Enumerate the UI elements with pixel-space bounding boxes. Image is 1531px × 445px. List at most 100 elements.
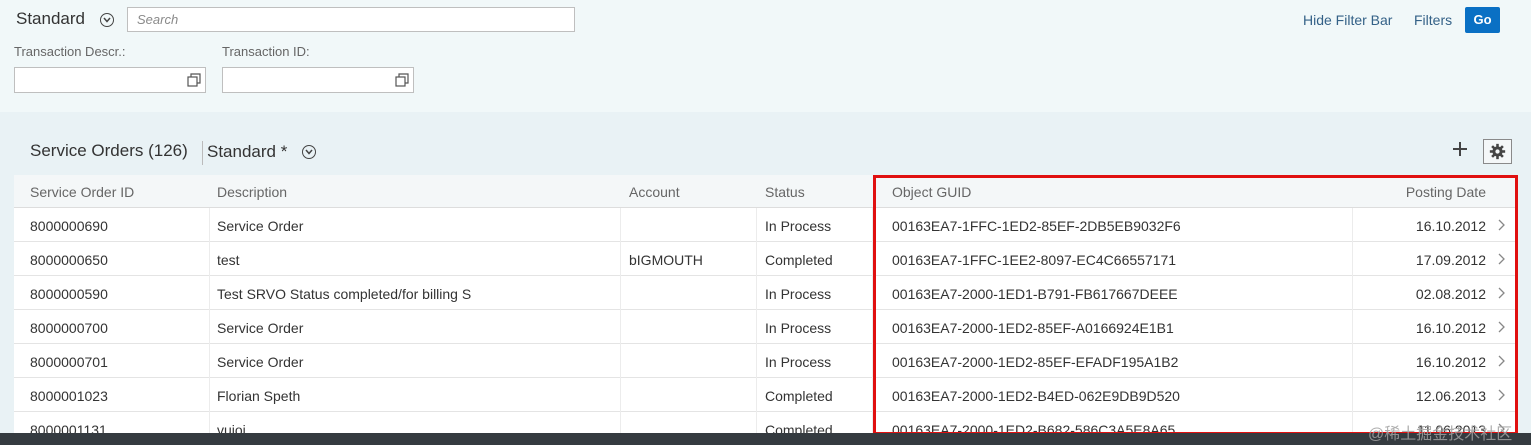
column-divider <box>1352 378 1353 412</box>
table-settings-button[interactable] <box>1483 139 1512 164</box>
column-divider <box>872 276 873 310</box>
description-cell: Service Order <box>217 218 304 234</box>
column-divider <box>1352 276 1353 310</box>
gear-icon <box>1489 143 1506 160</box>
column-divider <box>209 344 210 378</box>
status-cell: Completed <box>765 252 833 268</box>
service-order-id-cell: 8000001023 <box>30 388 108 404</box>
posting-date-cell: 16.10.2012 <box>1415 218 1486 234</box>
column-divider <box>620 242 621 276</box>
column-divider <box>756 242 757 276</box>
description-cell: Florian Speth <box>217 388 301 404</box>
description-cell: test <box>217 252 240 268</box>
object-guid-cell: 00163EA7-2000-1ED2-85EF-EFADF195A1B2 <box>892 354 1179 370</box>
table-variant-dropdown-icon[interactable] <box>302 145 316 159</box>
column-divider <box>872 242 873 276</box>
bottom-bar <box>0 433 1531 445</box>
value-help-icon[interactable] <box>395 73 409 87</box>
column-divider <box>209 276 210 310</box>
table-row[interactable]: 8000000590 Test SRVO Status completed/for… <box>14 276 1518 310</box>
column-divider <box>756 276 757 310</box>
variant-title: Standard <box>16 9 85 28</box>
hide-filter-bar-button[interactable]: Hide Filter Bar <box>1303 12 1392 28</box>
column-divider <box>620 378 621 412</box>
chevron-right-icon[interactable] <box>1498 219 1506 231</box>
variant-dropdown-icon[interactable] <box>100 13 114 27</box>
service-order-id-cell: 8000000650 <box>30 252 108 268</box>
watermark: @稀土掘金技术社区 <box>1368 426 1513 443</box>
column-divider <box>756 310 757 344</box>
account-cell: bIGMOUTH <box>629 252 703 268</box>
column-header-posting-date[interactable]: Posting Date <box>1406 184 1486 200</box>
table-variant: Standard * <box>207 142 288 161</box>
column-divider <box>756 344 757 378</box>
transaction-id-field[interactable] <box>222 67 414 93</box>
column-header-account[interactable]: Account <box>629 184 680 200</box>
transaction-descr-field[interactable] <box>14 67 206 93</box>
column-divider <box>209 208 210 242</box>
status-cell: In Process <box>765 320 832 336</box>
column-divider <box>756 378 757 412</box>
chevron-right-icon[interactable] <box>1498 321 1506 333</box>
description-cell: Test SRVO Status completed/for billing S <box>217 286 472 302</box>
column-divider <box>620 310 621 344</box>
chevron-right-icon[interactable] <box>1498 355 1506 367</box>
service-order-id-cell: 8000000701 <box>30 354 108 370</box>
table-header: Service Order ID Description Account Sta… <box>14 175 1518 208</box>
column-divider <box>872 378 873 412</box>
table-title: Service Orders (126) <box>30 141 188 160</box>
column-divider <box>209 242 210 276</box>
object-guid-cell: 00163EA7-2000-1ED2-B4ED-062E9DB9D520 <box>892 388 1180 404</box>
status-cell: Completed <box>765 388 833 404</box>
column-divider <box>872 310 873 344</box>
service-order-id-cell: 8000000590 <box>30 286 108 302</box>
column-divider <box>756 208 757 242</box>
posting-date-cell: 16.10.2012 <box>1415 354 1486 370</box>
object-guid-cell: 00163EA7-2000-1ED1-B791-FB617667DEEE <box>892 286 1178 302</box>
column-header-object-guid[interactable]: Object GUID <box>892 184 971 200</box>
plus-icon <box>1453 142 1467 156</box>
column-divider <box>620 208 621 242</box>
posting-date-cell: 12.06.2013 <box>1415 388 1486 404</box>
status-cell: In Process <box>765 218 832 234</box>
go-button[interactable]: Go <box>1465 7 1500 33</box>
column-divider <box>209 310 210 344</box>
table-row[interactable]: 8000000690 Service Order In Process 00163EA… <box>14 208 1518 242</box>
status-cell: In Process <box>765 286 832 302</box>
transaction-descr-label: Transaction Descr.: <box>14 44 126 59</box>
column-divider <box>209 378 210 412</box>
search-input[interactable] <box>127 7 575 32</box>
description-cell: Service Order <box>217 354 304 370</box>
value-help-icon[interactable] <box>187 73 201 87</box>
column-divider <box>1352 208 1353 242</box>
column-header-description[interactable]: Description <box>217 184 287 200</box>
title-separator <box>202 141 203 165</box>
chevron-right-icon[interactable] <box>1498 389 1506 401</box>
status-cell: In Process <box>765 354 832 370</box>
table-row[interactable]: 8000000701 Service Order In Process 00163EA… <box>14 344 1518 378</box>
posting-date-cell: 02.08.2012 <box>1415 286 1486 302</box>
table-row[interactable]: 8000000700 Service Order In Process 00163EA… <box>14 310 1518 344</box>
column-divider <box>1352 344 1353 378</box>
posting-date-cell: 17.09.2012 <box>1415 252 1486 268</box>
column-header-service-order-id[interactable]: Service Order ID <box>30 184 134 200</box>
column-divider <box>620 344 621 378</box>
table-row[interactable]: 8000001023 Florian Speth Completed 00163EA7… <box>14 378 1518 412</box>
chevron-right-icon[interactable] <box>1498 287 1506 299</box>
service-order-id-cell: 8000000690 <box>30 218 108 234</box>
table-row[interactable]: 8000000650 test bIGMOUTH Completed 00163EA7-… <box>14 242 1518 276</box>
add-button[interactable] <box>1451 139 1469 163</box>
column-divider <box>872 344 873 378</box>
filter-bar: Standard Hide Filter Bar Filters Go Tran… <box>0 0 1531 112</box>
column-header-status[interactable]: Status <box>765 184 805 200</box>
description-cell: Service Order <box>217 320 304 336</box>
service-orders-table: Service Order ID Description Account Sta… <box>14 175 1518 445</box>
service-order-id-cell: 8000000700 <box>30 320 108 336</box>
column-divider <box>872 208 873 242</box>
posting-date-cell: 16.10.2012 <box>1415 320 1486 336</box>
chevron-right-icon[interactable] <box>1498 253 1506 265</box>
filters-button[interactable]: Filters <box>1414 12 1452 28</box>
column-divider <box>620 276 621 310</box>
transaction-id-label: Transaction ID: <box>222 44 310 59</box>
object-guid-cell: 00163EA7-1FFC-1ED2-85EF-2DB5EB9032F6 <box>892 218 1181 234</box>
